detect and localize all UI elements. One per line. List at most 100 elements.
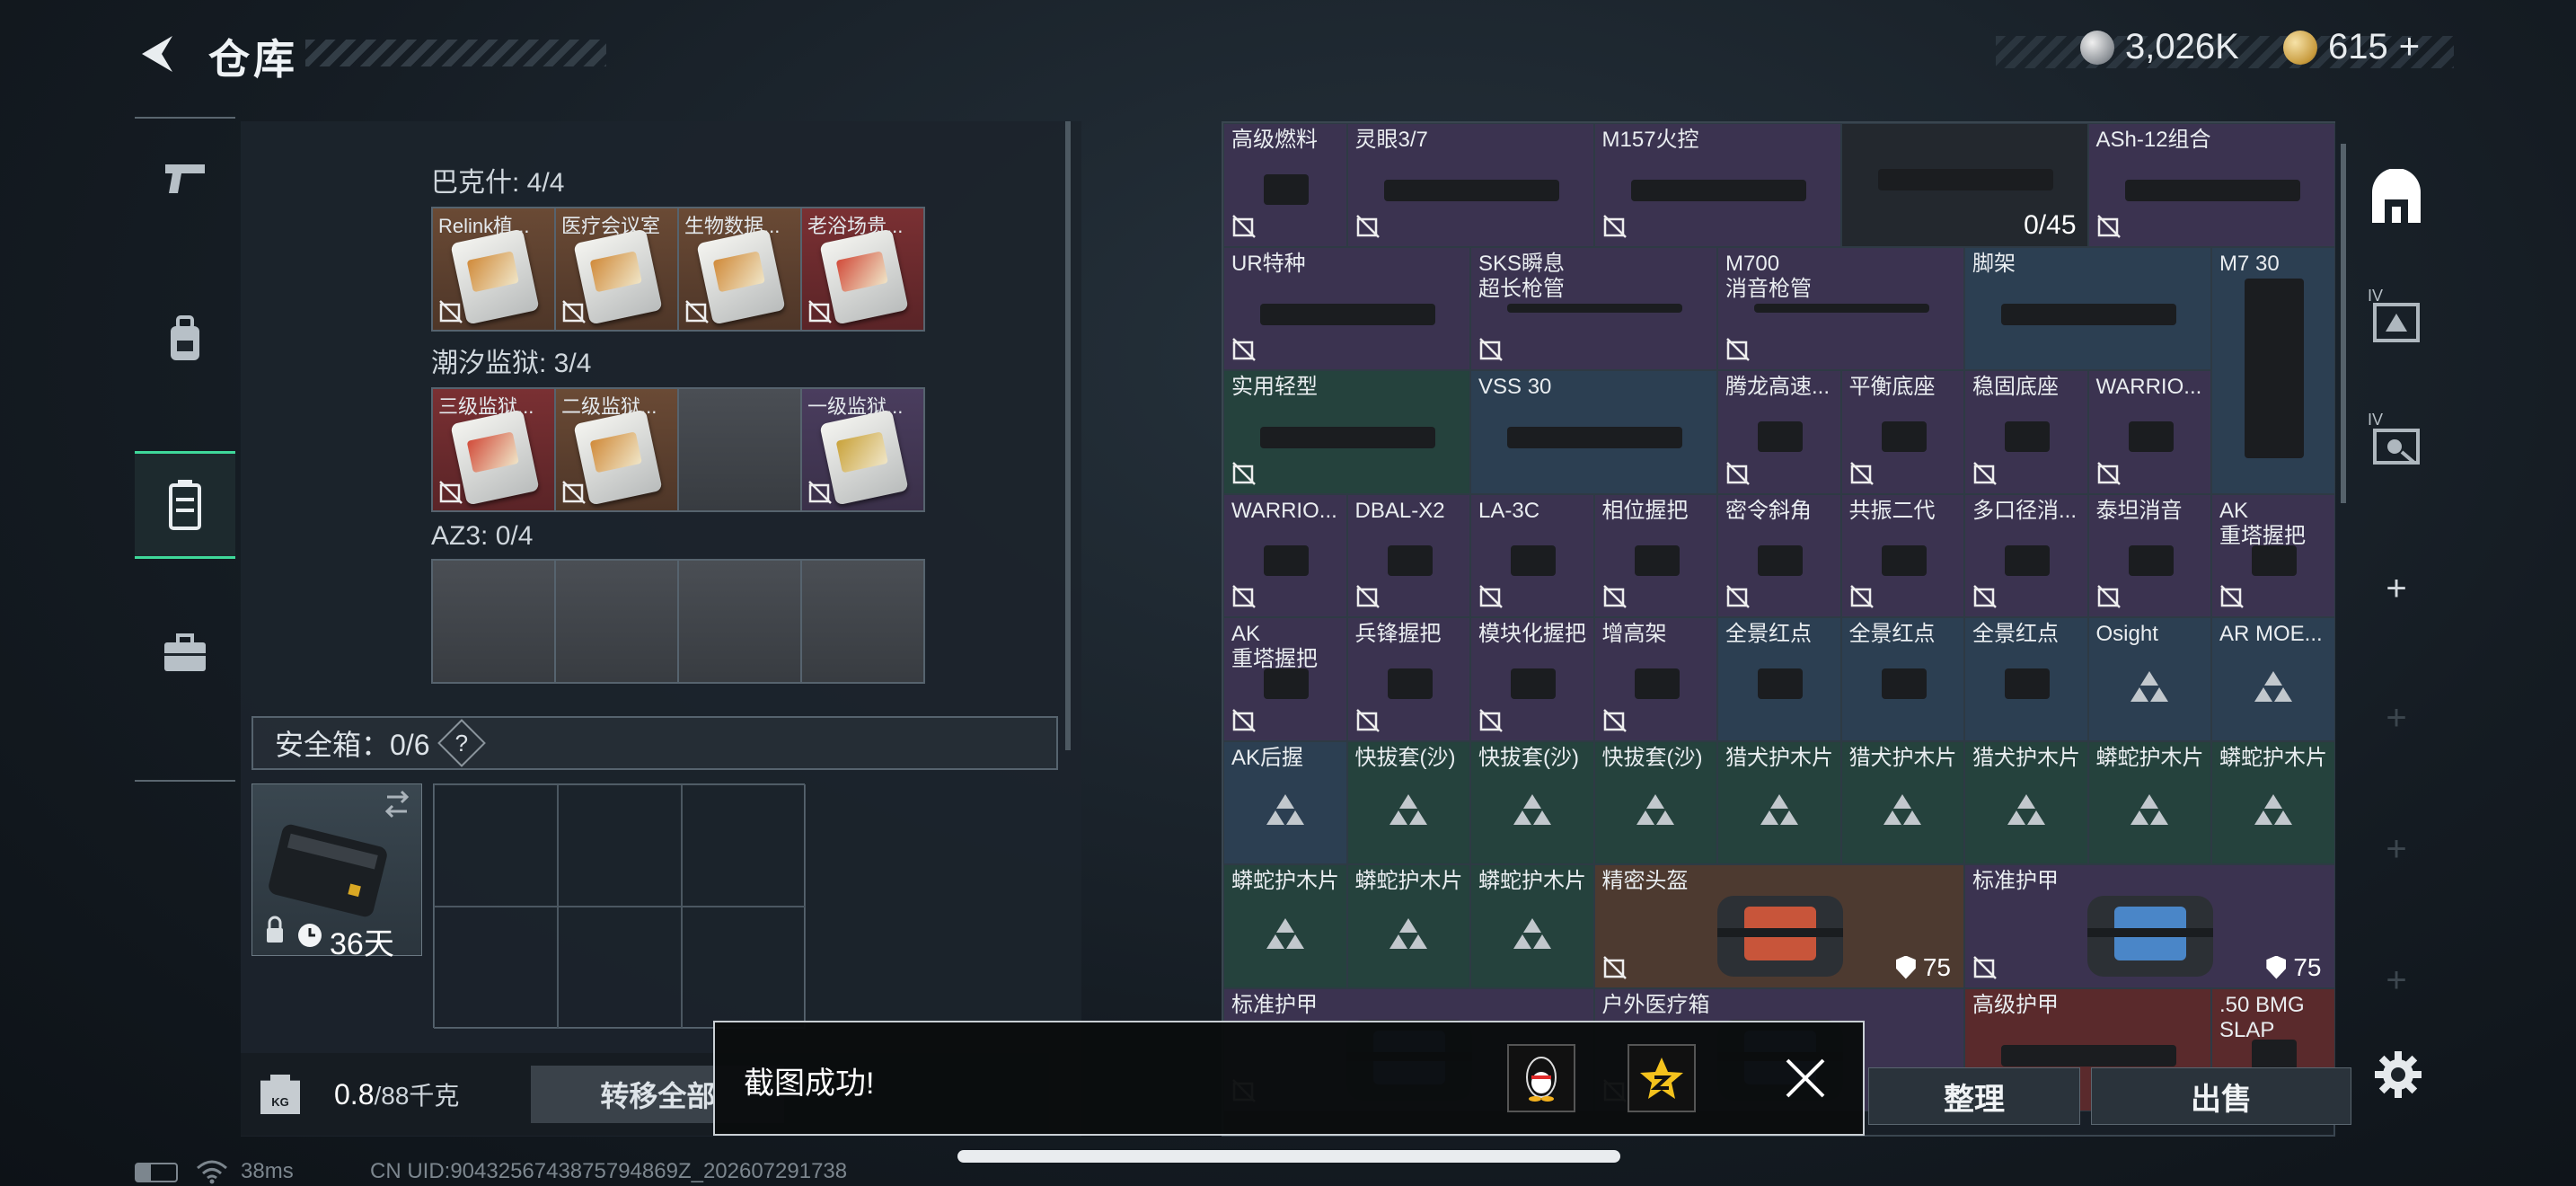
share-qq-button[interactable] bbox=[1507, 1044, 1575, 1112]
collection-slot[interactable]: Relink植... bbox=[432, 208, 555, 331]
warehouse-item[interactable]: 兵锋握把 bbox=[1346, 617, 1470, 741]
safe-slot[interactable] bbox=[558, 907, 682, 1029]
warehouse-item[interactable]: WARRIO... bbox=[1223, 493, 1347, 617]
add-gold-button[interactable]: + bbox=[2399, 27, 2420, 67]
warehouse-item[interactable]: AK 重塔握把 bbox=[1223, 617, 1347, 741]
warehouse-item[interactable]: Osight bbox=[2087, 617, 2211, 741]
share-qzone-button[interactable] bbox=[1628, 1044, 1696, 1112]
warehouse-item[interactable]: 快拔套(沙) bbox=[1470, 740, 1594, 864]
warehouse-item[interactable]: 脚架 bbox=[1964, 246, 2211, 370]
warehouse-item[interactable]: 增高架 bbox=[1593, 617, 1717, 741]
warehouse-item[interactable]: SKS瞬息 超长枪管 bbox=[1470, 246, 1717, 370]
warehouse-item[interactable]: DBAL-X2 bbox=[1346, 493, 1470, 617]
warehouse-item[interactable]: M7 30 bbox=[2211, 246, 2335, 494]
warehouse-item[interactable]: 蟒蛇护木片 bbox=[1470, 864, 1594, 988]
warehouse-item[interactable]: 快拔套(沙) bbox=[1346, 740, 1470, 864]
warehouse-item[interactable]: 多口径消... bbox=[1964, 493, 2088, 617]
safe-slot[interactable] bbox=[434, 784, 558, 907]
collection-slot[interactable]: 老浴场贵... bbox=[801, 208, 924, 331]
warehouse-item[interactable]: 蟒蛇护木片 bbox=[2211, 740, 2335, 864]
warehouse-item[interactable]: 蟒蛇护木片 bbox=[1346, 864, 1470, 988]
warehouse-item[interactable]: 蟒蛇护木片 bbox=[2087, 740, 2211, 864]
warehouse-item[interactable]: 蟒蛇护木片 bbox=[1223, 864, 1347, 988]
warehouse-item[interactable]: 实用轻型 bbox=[1223, 370, 1470, 494]
keycard-icon bbox=[696, 228, 786, 325]
home-indicator[interactable] bbox=[957, 1150, 1620, 1163]
gold-currency[interactable]: 615 + bbox=[2283, 27, 2420, 67]
warehouse-item[interactable]: UR特种 bbox=[1223, 246, 1470, 370]
warehouse-scrollbar[interactable] bbox=[2341, 144, 2346, 503]
warehouse-item[interactable]: 密令斜角 bbox=[1717, 493, 1841, 617]
add-tab-button[interactable]: + bbox=[2359, 551, 2434, 626]
item-name: 全景红点 bbox=[1972, 622, 2059, 646]
untradeable-icon bbox=[1726, 338, 1750, 361]
nav-weapons[interactable] bbox=[135, 128, 235, 226]
safe-slot[interactable] bbox=[682, 907, 806, 1029]
warehouse-item[interactable]: 精密头盔 75 bbox=[1593, 864, 1964, 988]
warehouse-item[interactable]: 腾龙高速... bbox=[1717, 370, 1841, 494]
nav-backpack[interactable] bbox=[135, 289, 235, 388]
warehouse-item[interactable]: 猎犬护木片 bbox=[1964, 740, 2088, 864]
collection-slot[interactable] bbox=[678, 560, 801, 683]
collection-slot[interactable] bbox=[555, 560, 678, 683]
warehouse-item[interactable]: AK 重塔握把 bbox=[2211, 493, 2335, 617]
sort-button[interactable]: 整理 bbox=[1868, 1067, 2080, 1125]
collection-slot[interactable]: 生物数据... bbox=[678, 208, 801, 331]
nav-storage[interactable] bbox=[135, 451, 235, 559]
collection-slot[interactable]: 二级监狱... bbox=[555, 388, 678, 511]
close-toast-button[interactable] bbox=[1782, 1055, 1829, 1102]
nav-briefcase[interactable] bbox=[135, 604, 235, 703]
collection-slot[interactable]: 医疗会议室 bbox=[555, 208, 678, 331]
warehouse-item[interactable]: VSS 30 bbox=[1470, 370, 1717, 494]
warehouse-item[interactable]: AK后握 bbox=[1223, 740, 1347, 864]
collection-slot[interactable] bbox=[432, 560, 555, 683]
sell-button[interactable]: 出售 bbox=[2091, 1067, 2351, 1125]
back-button[interactable] bbox=[133, 29, 183, 79]
warehouse-item[interactable]: 全景红点 bbox=[1717, 617, 1841, 741]
warehouse-item[interactable]: 全景红点 bbox=[1964, 617, 2088, 741]
warehouse-item[interactable]: 猎犬护木片 bbox=[1840, 740, 1964, 864]
warehouse-item[interactable]: 泰坦消音 bbox=[2087, 493, 2211, 617]
warehouse-item[interactable]: 猎犬护木片 bbox=[1717, 740, 1841, 864]
untradeable-icon bbox=[1355, 214, 1380, 238]
collection-slot[interactable] bbox=[678, 388, 801, 511]
collection-slot[interactable] bbox=[801, 560, 924, 683]
warehouse-item[interactable]: 标准护甲 75 bbox=[1964, 864, 2335, 988]
item-name: 平衡底座 bbox=[1848, 375, 1936, 399]
safe-slot[interactable] bbox=[434, 907, 558, 1029]
warehouse-item[interactable]: 模块化握把 bbox=[1470, 617, 1594, 741]
warehouse-item[interactable]: 全景红点 bbox=[1840, 617, 1964, 741]
warehouse-icon bbox=[2372, 169, 2421, 223]
warehouse-item[interactable]: WARRIO... bbox=[2087, 370, 2211, 494]
warehouse-item[interactable]: 灵眼3/7 bbox=[1346, 123, 1594, 247]
left-scrollbar[interactable] bbox=[1065, 121, 1071, 750]
warehouse-item[interactable]: M157火控 bbox=[1593, 123, 1841, 247]
safe-box-item[interactable]: 36天 bbox=[251, 783, 422, 961]
collection-slot[interactable]: 三级监狱... bbox=[432, 388, 555, 511]
qq-icon bbox=[1526, 1057, 1557, 1102]
item-name: 蟒蛇护木片 bbox=[1231, 869, 1339, 893]
warehouse-item[interactable]: 快拔套(沙) bbox=[1593, 740, 1717, 864]
collection-slot[interactable]: 一级监狱... bbox=[801, 388, 924, 511]
warehouse-item[interactable]: LA-3C bbox=[1470, 493, 1594, 617]
warehouse-item[interactable]: M700 消音枪管 bbox=[1717, 246, 1964, 370]
warehouse-item[interactable]: 相位握把 bbox=[1593, 493, 1717, 617]
level-filter-b[interactable]: IV bbox=[2359, 407, 2434, 482]
warehouse-item[interactable]: 高级燃料 bbox=[1223, 123, 1347, 247]
safe-slot[interactable] bbox=[558, 784, 682, 907]
warehouse-item[interactable]: 稳固底座 bbox=[1964, 370, 2088, 494]
untradeable-icon bbox=[1726, 461, 1750, 485]
warehouse-item[interactable]: 平衡底座 bbox=[1840, 370, 1964, 494]
level-filter-a[interactable]: IV bbox=[2359, 283, 2434, 358]
shield-icon bbox=[1895, 955, 1916, 979]
warehouse-tab[interactable] bbox=[2359, 161, 2434, 236]
safe-slot[interactable] bbox=[682, 784, 806, 907]
warehouse-item[interactable]: 0/45 bbox=[1840, 123, 2088, 247]
warehouse-item[interactable]: 共振二代 bbox=[1840, 493, 1964, 617]
warehouse-item[interactable]: ASh-12组合 bbox=[2087, 123, 2335, 247]
help-icon[interactable]: ? bbox=[437, 719, 486, 767]
item-name: 多口径消... bbox=[1972, 498, 2078, 523]
settings-button[interactable] bbox=[2371, 1048, 2425, 1102]
ping-text: 38ms bbox=[241, 1159, 294, 1183]
warehouse-item[interactable]: AR MOE... bbox=[2211, 617, 2335, 741]
